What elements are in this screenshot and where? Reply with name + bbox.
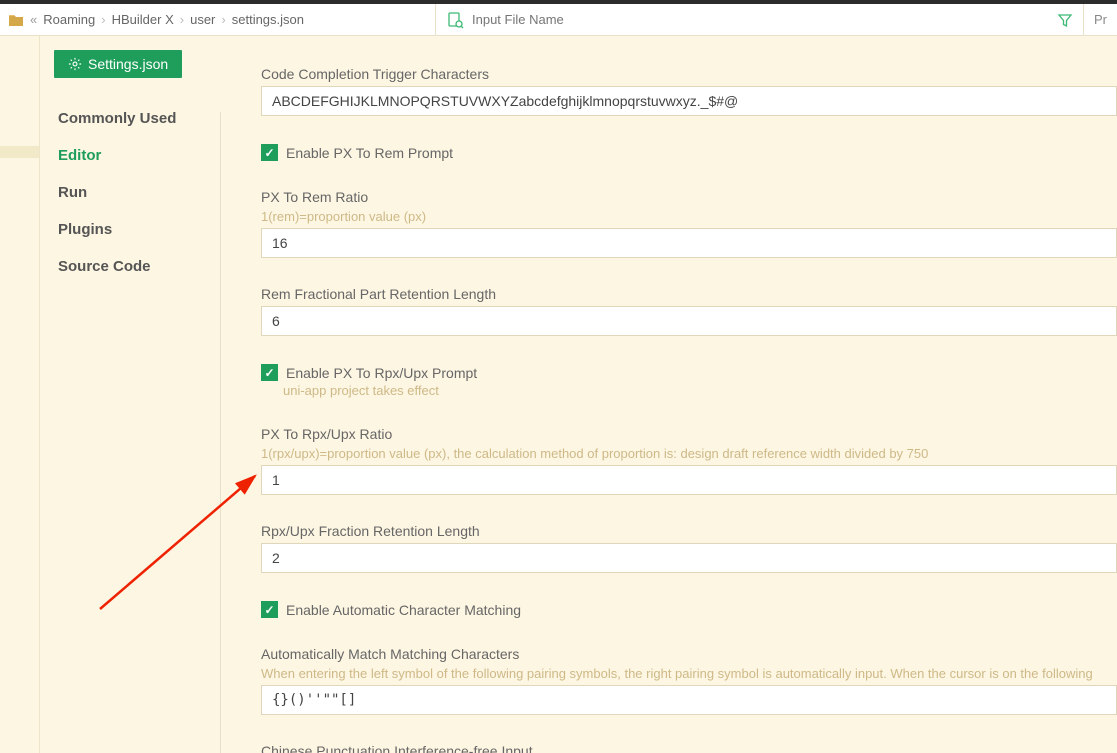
filter-icon[interactable]	[1057, 12, 1073, 28]
setting-label: Rem Fractional Part Retention Length	[261, 286, 1117, 302]
setting-label: PX To Rem Ratio	[261, 189, 1117, 205]
checkbox-px-rem[interactable]: ✓	[261, 144, 278, 161]
setting-label: Rpx/Upx Fraction Retention Length	[261, 523, 1117, 539]
setting-hint: 1(rpx/upx)=proportion value (px), the ca…	[261, 446, 1117, 461]
nav-commonly-used[interactable]: Commonly Used	[58, 100, 220, 137]
setting-hint: uni-app project takes effect	[283, 383, 1117, 398]
gear-icon	[68, 57, 82, 71]
match-chars-input[interactable]	[261, 685, 1117, 715]
setting-label: Automatically Match Matching Characters	[261, 646, 1117, 662]
folder-icon	[8, 13, 24, 27]
rem-fraction-input[interactable]	[261, 306, 1117, 336]
crumb-roaming[interactable]: Roaming	[43, 12, 95, 27]
nav-plugins[interactable]: Plugins	[58, 211, 220, 248]
left-gutter	[0, 36, 40, 753]
setting-label: Enable PX To Rpx/Upx Prompt	[286, 365, 477, 381]
setting-rpx-fraction: Rpx/Upx Fraction Retention Length	[261, 523, 1117, 573]
nav: Commonly Used Editor Run Plugins Source …	[40, 100, 220, 285]
sidebar: Settings.json Commonly Used Editor Run P…	[40, 36, 220, 753]
px-rpx-ratio-input[interactable]	[261, 465, 1117, 495]
checkbox-auto-match[interactable]: ✓	[261, 601, 278, 618]
rpx-fraction-input[interactable]	[261, 543, 1117, 573]
crumb-user[interactable]: user	[190, 12, 215, 27]
setting-match-chars: Automatically Match Matching Characters …	[261, 646, 1117, 715]
nav-run[interactable]: Run	[58, 174, 220, 211]
content: Code Completion Trigger Characters ✓ Ena…	[221, 36, 1117, 753]
setting-label: Code Completion Trigger Characters	[261, 66, 1117, 82]
setting-label: Enable Automatic Character Matching	[286, 602, 521, 618]
setting-label: Enable PX To Rem Prompt	[286, 145, 453, 161]
code-completion-input[interactable]	[261, 86, 1117, 116]
setting-hint: 1(rem)=proportion value (px)	[261, 209, 1117, 224]
setting-auto-match: ✓ Enable Automatic Character Matching	[261, 601, 1117, 618]
chevron-right-icon: ›	[101, 12, 105, 27]
right-panel-trigger[interactable]: Pr	[1083, 4, 1117, 35]
nav-source-code[interactable]: Source Code	[58, 248, 220, 285]
gutter-mark	[0, 146, 39, 158]
setting-label: Chinese Punctuation Interference-free In…	[261, 743, 1117, 753]
crumb-settings[interactable]: settings.json	[232, 12, 304, 27]
toolbar: « Roaming › HBuilder X › user › settings…	[0, 4, 1117, 36]
setting-label: PX To Rpx/Upx Ratio	[261, 426, 1117, 442]
chevron-left-icon[interactable]: «	[30, 12, 37, 27]
checkbox-px-rpx[interactable]: ✓	[261, 364, 278, 381]
setting-enable-px-rpx: ✓ Enable PX To Rpx/Upx Prompt uni-app pr…	[261, 364, 1117, 398]
search-file-icon	[446, 11, 464, 29]
setting-chinese-punct: Chinese Punctuation Interference-free In…	[261, 743, 1117, 753]
chevron-right-icon: ›	[180, 12, 184, 27]
search-input[interactable]	[472, 12, 1057, 27]
search-box	[435, 4, 1083, 35]
setting-px-rpx-ratio: PX To Rpx/Upx Ratio 1(rpx/upx)=proportio…	[261, 426, 1117, 495]
tab-settings[interactable]: Settings.json	[54, 50, 182, 78]
nav-editor[interactable]: Editor	[58, 137, 220, 174]
setting-code-completion: Code Completion Trigger Characters	[261, 66, 1117, 116]
tab-label: Settings.json	[88, 56, 168, 72]
chevron-right-icon: ›	[221, 12, 225, 27]
crumb-hbuilder[interactable]: HBuilder X	[112, 12, 174, 27]
breadcrumb: « Roaming › HBuilder X › user › settings…	[0, 12, 435, 27]
setting-hint: When entering the left symbol of the fol…	[261, 666, 1117, 681]
setting-px-rem-ratio: PX To Rem Ratio 1(rem)=proportion value …	[261, 189, 1117, 258]
px-rem-ratio-input[interactable]	[261, 228, 1117, 258]
setting-enable-px-rem: ✓ Enable PX To Rem Prompt	[261, 144, 1117, 161]
setting-rem-fraction: Rem Fractional Part Retention Length	[261, 286, 1117, 336]
